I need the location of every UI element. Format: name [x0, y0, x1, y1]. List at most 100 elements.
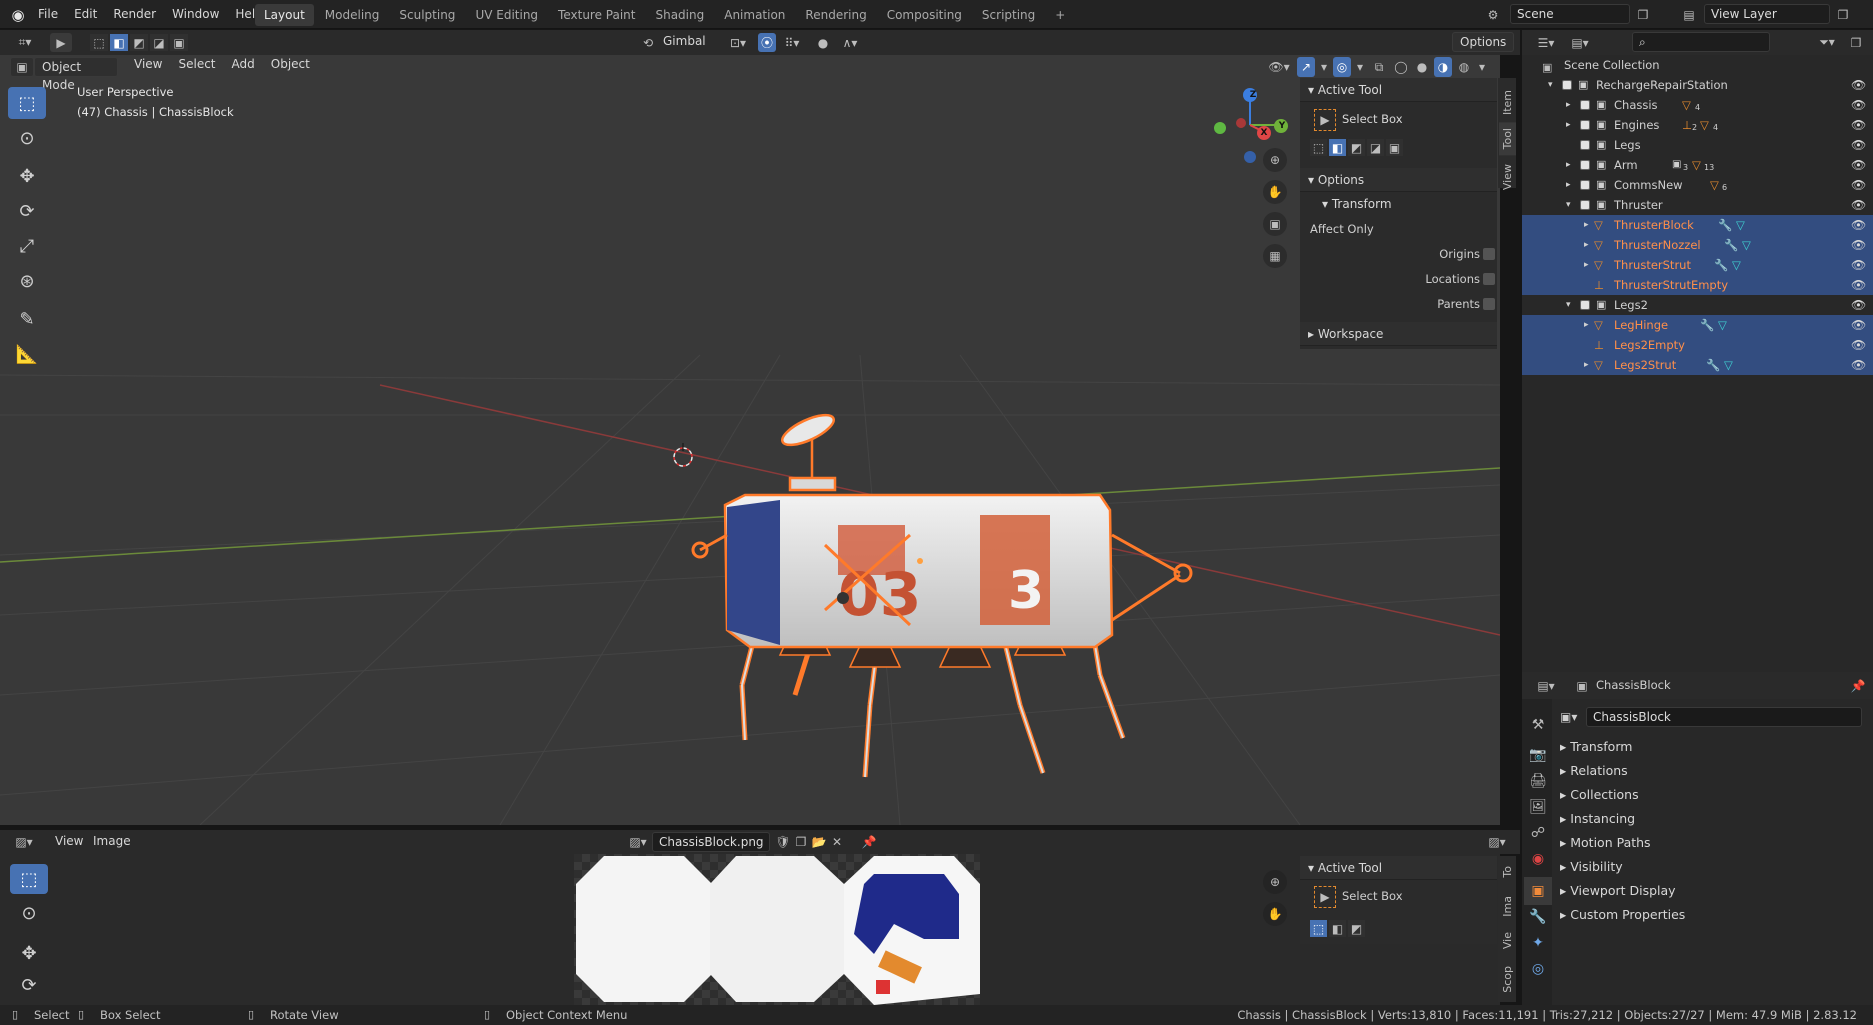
row-checkbox[interactable]	[1580, 140, 1590, 150]
outliner-row[interactable]: ▣ Legs 👁	[1522, 135, 1873, 155]
ie-select-box-tool-icon[interactable]: ⬚	[10, 864, 48, 894]
object-name-field[interactable]: ChassisBlock	[1586, 707, 1862, 727]
eye-icon[interactable]: 👁	[1851, 175, 1866, 195]
active-tool-header[interactable]: ▾ Active Tool	[1300, 78, 1497, 102]
origins-checkbox[interactable]	[1483, 248, 1495, 260]
row-checkbox[interactable]	[1580, 180, 1590, 190]
blender-logo-icon[interactable]: ◉	[8, 5, 28, 25]
ie-menu-image[interactable]: Image	[86, 832, 138, 852]
physics-props-icon[interactable]: ◎	[1524, 955, 1552, 983]
image-pin-icon[interactable]: 📌	[860, 833, 878, 851]
eye-icon[interactable]: 👁	[1851, 75, 1866, 95]
texture-image[interactable]	[574, 854, 980, 1005]
expand-arrow-icon[interactable]: ▸	[1566, 155, 1571, 175]
view-layer-icon[interactable]: ▤	[1678, 5, 1700, 25]
display-mode-icon[interactable]: ▤▾	[1566, 33, 1594, 52]
expand-arrow-icon[interactable]: ▸	[1584, 355, 1589, 375]
section-relations[interactable]: ▸ Relations	[1560, 759, 1628, 783]
snap-target-icon[interactable]: ⠿▾	[778, 33, 806, 52]
ie-tab-tool[interactable]: To	[1499, 860, 1516, 884]
parents-checkbox[interactable]	[1483, 298, 1495, 310]
cursor-tool-icon[interactable]: ⊙	[8, 122, 46, 154]
outliner-row[interactable]: ▸ ▽ ThrusterBlock 🔧 ▽ 👁	[1522, 215, 1873, 235]
xray-icon[interactable]: ⧉	[1369, 57, 1389, 77]
editor-type-icon[interactable]: ⌗▾	[10, 33, 40, 52]
outliner-row[interactable]: ▾ ▣ Legs2 👁	[1522, 295, 1873, 315]
row-checkbox[interactable]	[1580, 200, 1590, 210]
eye-icon[interactable]: 👁	[1851, 335, 1866, 355]
scene-props-icon[interactable]: ☍	[1524, 819, 1552, 847]
object-props-icon[interactable]: ▣	[1524, 877, 1552, 905]
fake-user-icon[interactable]: 🛡	[774, 833, 792, 851]
ie-mode-subtract-icon[interactable]: ◩	[1348, 920, 1365, 937]
tab-layout[interactable]: Layout	[255, 4, 314, 26]
expand-arrow-icon[interactable]: ▸	[1584, 235, 1589, 255]
ie-tab-scopes[interactable]: Scop	[1499, 960, 1516, 999]
outliner-row[interactable]: ▸ ▽ ThrusterStrut 🔧 ▽ 👁	[1522, 255, 1873, 275]
mode-subtract-icon[interactable]: ◩	[130, 34, 148, 51]
row-checkbox[interactable]	[1580, 160, 1590, 170]
tab-shading[interactable]: Shading	[646, 4, 713, 26]
ie-mode-set-icon[interactable]: ⬚	[1310, 920, 1327, 937]
view-layer-field[interactable]: View Layer	[1704, 4, 1830, 24]
pivot-icon[interactable]: ⊡▾	[724, 33, 752, 52]
locations-checkbox[interactable]	[1483, 273, 1495, 285]
section-visibility[interactable]: ▸ Visibility	[1560, 855, 1623, 879]
outliner-row[interactable]: ▸ ▣ Arm ▣ 3 ▽ 13 👁	[1522, 155, 1873, 175]
new-image-icon[interactable]: ❐	[792, 833, 810, 851]
eye-icon[interactable]: 👁	[1851, 295, 1866, 315]
tab-uv-editing[interactable]: UV Editing	[466, 4, 547, 26]
ie-move-tool-icon[interactable]: ✥	[10, 938, 48, 968]
outliner-row[interactable]: ⊥ ThrusterStrutEmpty 👁	[1522, 275, 1873, 295]
np-mode-intersect-icon[interactable]: ▣	[1386, 139, 1403, 156]
transform-tool-icon[interactable]: ⊛	[8, 265, 46, 297]
menu-file[interactable]: File	[30, 0, 66, 29]
new-view-layer-icon[interactable]: ❐	[1834, 5, 1852, 25]
section-viewport-display[interactable]: ▸ Viewport Display	[1560, 879, 1676, 903]
add-workspace-icon[interactable]: +	[1046, 4, 1074, 26]
np-mode-set-icon[interactable]: ⬚	[1310, 139, 1327, 156]
view-layer-props-icon[interactable]: 🖼	[1524, 793, 1552, 821]
gizmo-toggle-icon[interactable]: ↗	[1297, 57, 1315, 77]
row-checkbox[interactable]	[1580, 120, 1590, 130]
options-header[interactable]: ▾ Options	[1300, 168, 1497, 192]
outliner-row[interactable]: ▸ ▽ LegHinge 🔧 ▽ 👁	[1522, 315, 1873, 335]
rendered-shading-icon[interactable]: ◍	[1455, 57, 1473, 77]
outliner-row[interactable]: ▾ ▣ Thruster 👁	[1522, 195, 1873, 215]
ie-tab-view[interactable]: Vie	[1499, 926, 1516, 955]
expand-arrow-icon[interactable]: ▾	[1548, 75, 1553, 95]
image-editor[interactable]: ⬚ ⊙ ✥ ⟳ ⊕ ✋ ▾ Active Tool ▶ Select Box ⬚…	[0, 854, 1516, 1005]
ie-pan-hand-icon[interactable]: ✋	[1263, 902, 1287, 926]
outliner-row[interactable]: ▸ ▣ CommsNew ▽ 6 👁	[1522, 175, 1873, 195]
3d-viewport[interactable]: 03 3	[0, 55, 1500, 825]
zoom-icon[interactable]: ⊕	[1263, 148, 1287, 172]
gizmo-dropdown-icon[interactable]: ▾	[1318, 57, 1330, 77]
orientation-dropdown[interactable]: Gimbal	[656, 32, 712, 52]
eye-icon[interactable]: 👁	[1851, 135, 1866, 155]
eye-icon[interactable]: 👁	[1851, 95, 1866, 115]
scale-tool-icon[interactable]: ⤢	[8, 230, 46, 262]
outliner-row[interactable]: ▸ ▣ Chassis ▽ 4 👁	[1522, 95, 1873, 115]
measure-tool-icon[interactable]: 📐	[8, 338, 46, 370]
transform-subheader[interactable]: ▾ Transform	[1300, 192, 1497, 216]
menu-view[interactable]: View	[127, 55, 169, 75]
output-props-icon[interactable]: 🖨	[1524, 767, 1552, 795]
overlay-toggle-icon[interactable]: ◎	[1333, 57, 1351, 77]
eye-icon[interactable]: 👁	[1851, 155, 1866, 175]
pin-icon[interactable]: 📌	[1850, 676, 1866, 695]
row-checkbox[interactable]	[1580, 300, 1590, 310]
new-scene-icon[interactable]: ❐	[1634, 5, 1652, 25]
options-dropdown[interactable]: Options	[1452, 32, 1515, 52]
outliner-row[interactable]: ▸ ▣ Engines ⊥ 2 ▽ 4 👁	[1522, 115, 1873, 135]
particles-props-icon[interactable]: ✦	[1524, 929, 1552, 957]
image-name-field[interactable]: ChassisBlock.png	[652, 832, 770, 852]
tab-sculpting[interactable]: Sculpting	[390, 4, 464, 26]
new-collection-icon[interactable]: ❐	[1846, 33, 1866, 52]
scene-collection-row[interactable]: ▣ Scene Collection	[1522, 55, 1873, 75]
open-image-icon[interactable]: 📂	[810, 833, 828, 851]
mode-set-icon[interactable]: ⬚	[90, 34, 108, 51]
expand-arrow-icon[interactable]: ▾	[1566, 195, 1571, 215]
np-mode-subtract-icon[interactable]: ◩	[1348, 139, 1365, 156]
tab-view[interactable]: View	[1499, 158, 1516, 196]
menu-edit[interactable]: Edit	[66, 0, 105, 29]
